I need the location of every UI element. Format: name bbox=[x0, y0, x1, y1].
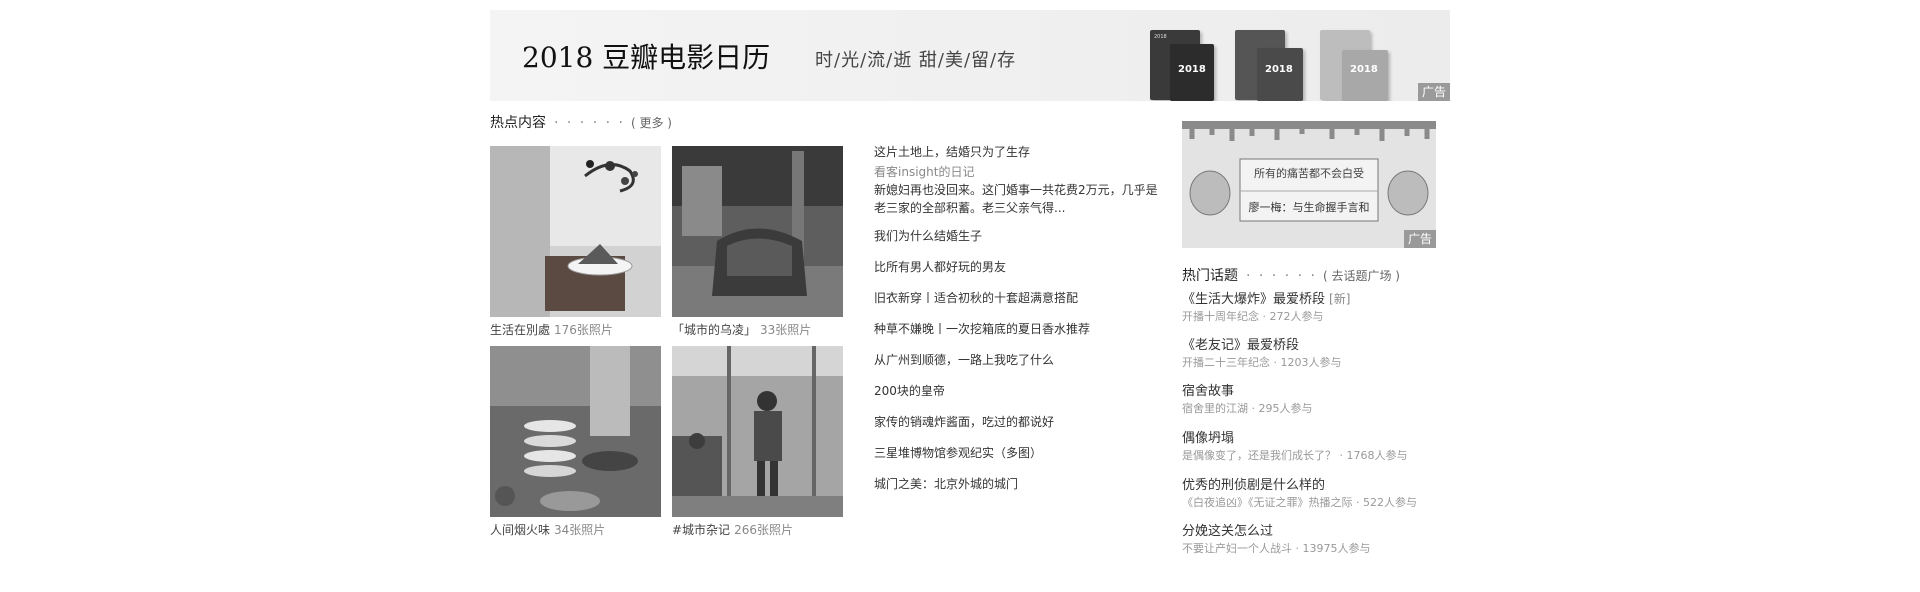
article-link[interactable]: 三星堆博物馆参观纪实（多图） bbox=[874, 444, 1164, 475]
topic-meta: 开播十周年纪念 · 272人参与 bbox=[1182, 310, 1324, 323]
album-count: 266张照片 bbox=[734, 523, 793, 537]
calendar-book-year-small: 2018 bbox=[1154, 34, 1167, 40]
album-name: 人间烟火味 bbox=[490, 523, 551, 537]
topic-link[interactable]: 偶像坍塌 bbox=[1182, 431, 1234, 446]
photo-album-caption[interactable]: 生活在別處 176张照片 bbox=[490, 321, 613, 338]
calendar-banner-ad[interactable]: 2018 豆瓣电影日历 时/光/流/逝 甜/美/留/存 2018 2018 20… bbox=[490, 10, 1450, 101]
topic-meta: 不要让产妇一个人战斗 · 13975人参与 bbox=[1182, 542, 1371, 555]
photo-album-cover[interactable] bbox=[490, 146, 661, 317]
photo-album-caption[interactable]: #城市杂记 266张照片 bbox=[672, 521, 793, 538]
topic-item: 优秀的刑侦剧是什么样的 《白夜追凶》《无证之罪》热播之际 · 522人参与 bbox=[1182, 477, 1452, 511]
ad-label: 广告 bbox=[1403, 230, 1436, 248]
calendar-book-year: 2018 bbox=[1265, 64, 1293, 75]
topic-item: 宿舍故事 宿舍里的江湖 · 295人参与 bbox=[1182, 383, 1452, 417]
book-ad-artwork bbox=[1182, 121, 1436, 248]
topic-link[interactable]: 分娩这关怎么过 bbox=[1182, 524, 1273, 539]
hot-content-more-link[interactable]: ( 更多 ) bbox=[631, 116, 672, 130]
article-link[interactable]: 家传的销魂炸酱面，吃过的都说好 bbox=[874, 413, 1164, 444]
article-link[interactable]: 比所有男人都好玩的男友 bbox=[874, 258, 1164, 289]
topic-item: 《老友记》最爱桥段 开播二十三年纪念 · 1203人参与 bbox=[1182, 337, 1452, 371]
album-count: 34张照片 bbox=[554, 523, 606, 537]
hot-content-header: 热点内容 · · · · · · ( 更多 ) bbox=[490, 112, 672, 132]
article-link[interactable]: 我们为什么结婚生子 bbox=[874, 227, 1164, 258]
calendar-book-year: 2018 bbox=[1350, 64, 1378, 75]
photo-album-caption[interactable]: 「城市的乌凌」 33张照片 bbox=[672, 321, 811, 338]
topic-square-link[interactable]: ( 去话题广场 ) bbox=[1323, 269, 1400, 283]
album-name: 「城市的乌凌」 bbox=[672, 323, 757, 337]
banner-title: 2018 豆瓣电影日历 bbox=[522, 41, 771, 74]
article-link[interactable]: 种草不嫌晚丨一次挖箱底的夏日香水推荐 bbox=[874, 320, 1164, 351]
photo-album-cover[interactable] bbox=[672, 146, 843, 317]
book-ad-subline: 廖一梅：与生命握手言和 bbox=[1248, 201, 1370, 214]
book-ad[interactable]: 所有的痛苦都不会白受 廖一梅：与生命握手言和 广告 bbox=[1182, 121, 1436, 248]
album-count: 176张照片 bbox=[554, 323, 613, 337]
section-dots: · · · · · · bbox=[554, 115, 625, 131]
topic-link[interactable]: 《老友记》最爱桥段 bbox=[1182, 338, 1299, 353]
album-name: 生活在別處 bbox=[490, 323, 551, 337]
topic-meta: 宿舍里的江湖 · 295人参与 bbox=[1182, 402, 1313, 415]
topic-item: 偶像坍塌 是偶像变了，还是我们成长了？ · 1768人参与 bbox=[1182, 430, 1452, 464]
topic-meta: 《白夜追凶》《无证之罪》热播之际 · 522人参与 bbox=[1182, 496, 1417, 509]
section-dots: · · · · · · bbox=[1246, 268, 1317, 284]
article-link[interactable]: 200块的皇帝 bbox=[874, 382, 1164, 413]
topic-meta: 开播二十三年纪念 · 1203人参与 bbox=[1182, 356, 1342, 369]
article-link[interactable]: 从广州到顺德，一路上我吃了什么 bbox=[874, 351, 1164, 382]
topic-item: 《生活大爆炸》最爱桥段 [新] 开播十周年纪念 · 272人参与 bbox=[1182, 290, 1452, 325]
new-badge: [新] bbox=[1329, 292, 1351, 306]
hot-topics-title: 热门话题 bbox=[1182, 268, 1238, 284]
calendar-book-year: 2018 bbox=[1178, 64, 1206, 75]
page-wrapper: 2018 豆瓣电影日历 时/光/流/逝 甜/美/留/存 2018 2018 20… bbox=[490, 10, 1450, 590]
topic-item: 分娩这关怎么过 不要让产妇一个人战斗 · 13975人参与 bbox=[1182, 523, 1452, 557]
calendar-book-image: 2018 bbox=[1170, 44, 1214, 101]
hot-topics-header: 热门话题 · · · · · · ( 去话题广场 ) bbox=[1182, 265, 1400, 285]
article-list: 我们为什么结婚生子 比所有男人都好玩的男友 旧衣新穿丨适合初秋的十套超满意搭配 … bbox=[874, 227, 1164, 506]
calendar-book-image: 2018 bbox=[1257, 48, 1303, 101]
calendar-book-image: 2018 bbox=[1342, 50, 1388, 101]
feature-article-author[interactable]: 看客insight的日记 bbox=[874, 163, 1164, 181]
photo-album-cover[interactable] bbox=[672, 346, 843, 517]
topic-link[interactable]: 宿舍故事 bbox=[1182, 384, 1234, 399]
photo-album-cover[interactable] bbox=[490, 346, 661, 517]
album-count: 33张照片 bbox=[760, 323, 812, 337]
topic-meta: 是偶像变了，还是我们成长了？ · 1768人参与 bbox=[1182, 449, 1408, 462]
album-name: #城市杂记 bbox=[672, 523, 731, 537]
feature-article-title[interactable]: 这片土地上，结婚只为了生存 bbox=[874, 143, 1164, 161]
ad-label: 广告 bbox=[1417, 83, 1450, 101]
hot-articles: 这片土地上，结婚只为了生存 看客insight的日记 新媳妇再也没回来。这门婚事… bbox=[874, 143, 1164, 506]
banner-slogan: 时/光/流/逝 甜/美/留/存 bbox=[815, 50, 1017, 71]
book-ad-headline: 所有的痛苦都不会白受 bbox=[1254, 167, 1364, 180]
hot-content-title: 热点内容 bbox=[490, 115, 546, 131]
article-link[interactable]: 旧衣新穿丨适合初秋的十套超满意搭配 bbox=[874, 289, 1164, 320]
photo-album-caption[interactable]: 人间烟火味 34张照片 bbox=[490, 521, 605, 538]
article-link[interactable]: 城门之美：北京外城的城门 bbox=[874, 475, 1164, 506]
topic-link[interactable]: 《生活大爆炸》最爱桥段 bbox=[1182, 292, 1325, 307]
topic-link[interactable]: 优秀的刑侦剧是什么样的 bbox=[1182, 478, 1325, 493]
feature-article-summary: 新媳妇再也没回来。这门婚事一共花费2万元，几乎是老三家的全部积蓄。老三父亲气得.… bbox=[874, 183, 1158, 215]
